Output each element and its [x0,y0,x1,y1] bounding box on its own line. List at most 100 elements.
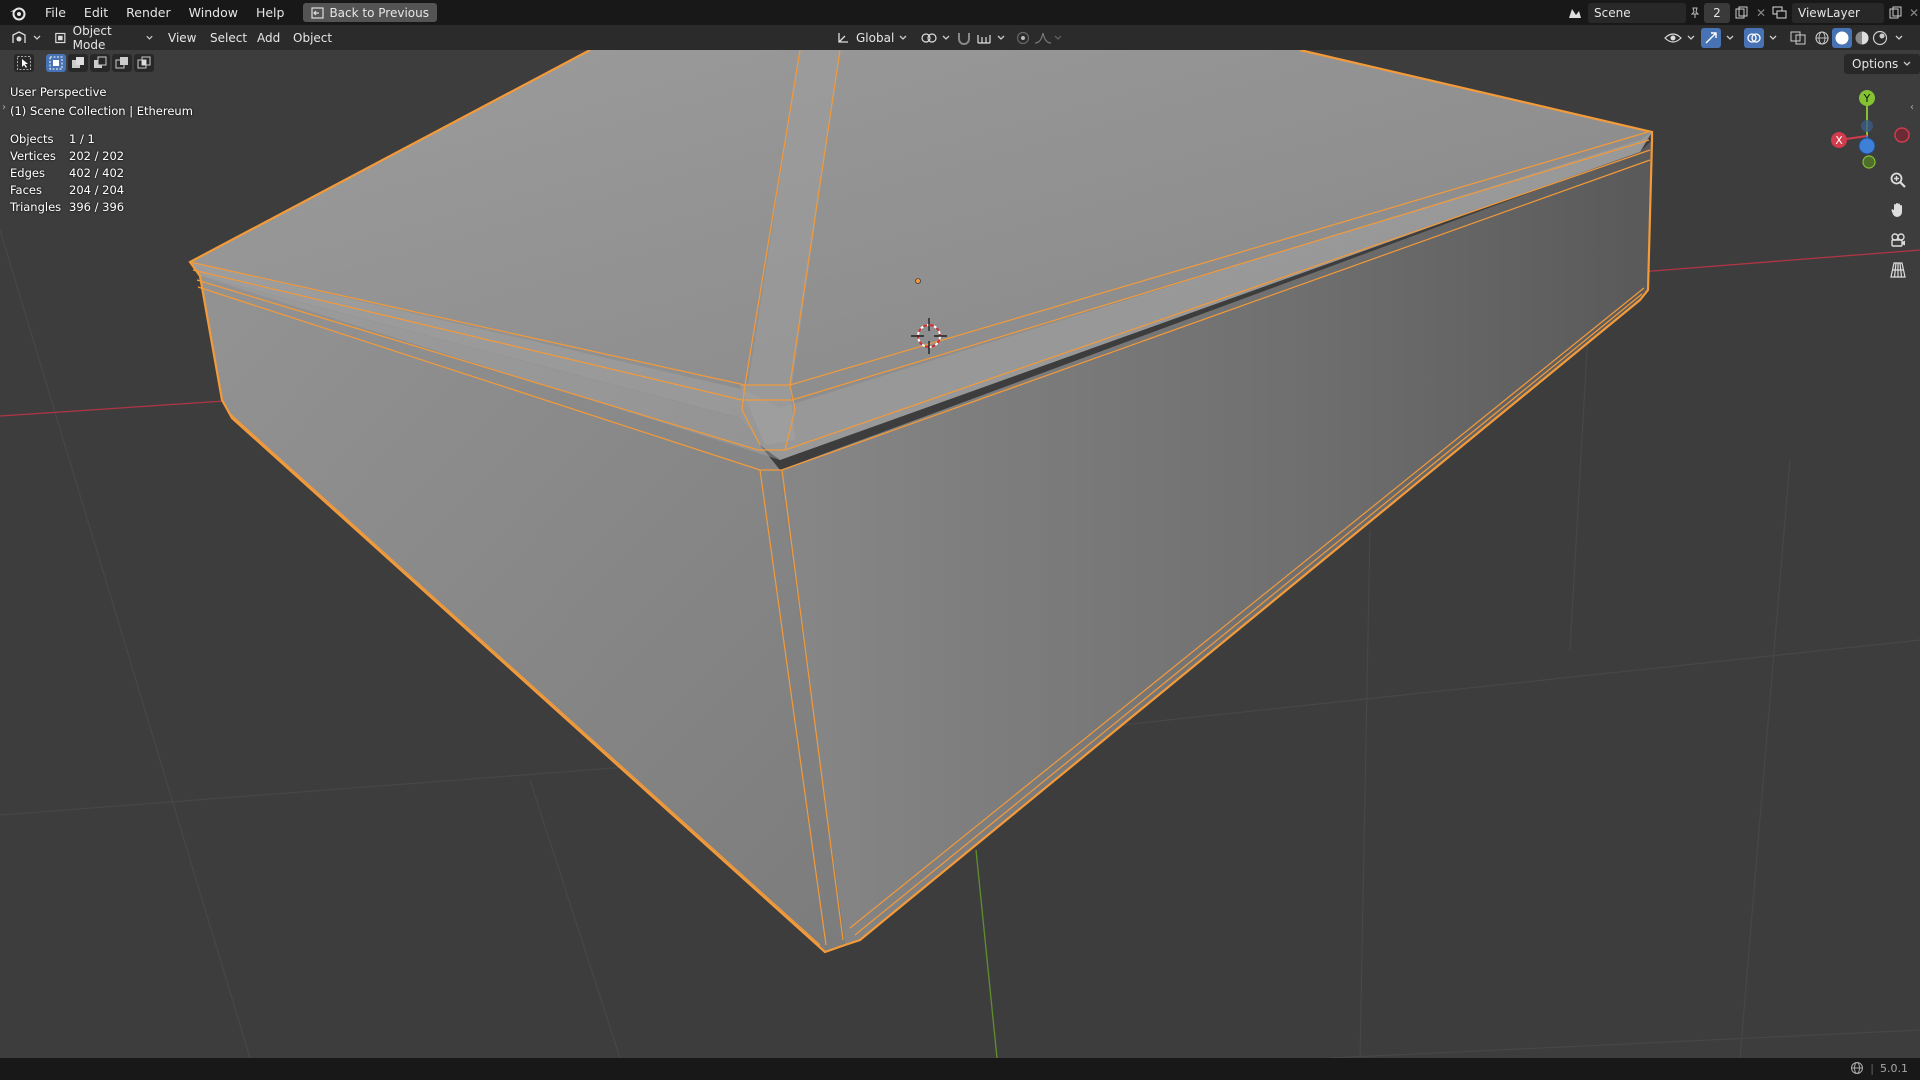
selected-mesh [188,50,1654,954]
3d-viewport[interactable]: User Perspective (1) Scene Collection | … [0,50,1920,1058]
eye-icon [1664,33,1682,43]
menu-window[interactable]: Window [180,0,247,25]
scene-users-label: 2 [1713,5,1721,20]
chevron-down-icon [1726,35,1734,40]
blender-logo-icon[interactable] [0,5,36,21]
menu-file[interactable]: File [36,0,75,25]
camera-icon [1891,233,1905,247]
scene-name-field[interactable]: Scene [1588,2,1686,23]
menu-object[interactable]: Object [293,28,332,48]
menu-help[interactable]: Help [247,0,294,25]
pin-icon[interactable] [1686,7,1704,19]
falloff-dropdown[interactable] [1034,28,1062,48]
editor-type-icon [12,31,26,43]
overlays-icon [1747,33,1761,43]
stat-value: 1 / 1 [69,131,95,146]
scene-name: Scene [1594,5,1631,20]
scene-users-count: 2 [1704,2,1730,23]
stat-label: Faces [10,182,42,197]
visibility-dropdown[interactable] [1664,28,1696,48]
select-difference-button[interactable] [112,54,132,72]
viewport-scene[interactable] [0,50,1920,1058]
menu-select[interactable]: Select [210,28,247,48]
select-subtract-icon [94,56,107,68]
options-dropdown[interactable]: Options [1844,54,1920,74]
chevron-down-icon [899,35,907,40]
viewlayer-name-field[interactable]: ViewLayer [1792,2,1884,23]
back-to-previous-button[interactable]: Back to Previous [303,3,437,22]
view-perspective-label: User Perspective [10,85,107,99]
chevron-down-icon [1769,35,1777,40]
camera-view-button[interactable] [1884,226,1912,254]
perspective-grid-icon [1890,262,1906,278]
gizmo-z-axis [1858,137,1876,155]
x-axis-line [1639,249,1920,273]
zoom-icon [1890,172,1906,188]
gizmo-y-label: Y [1863,92,1871,105]
snap-toggle[interactable] [956,28,972,48]
navigation-gizmo[interactable]: Y X [1825,84,1915,174]
stat-value: 202 / 202 [69,148,125,163]
menu-edit[interactable]: Edit [75,0,117,25]
select-cursor-icon [17,56,31,70]
menu-render[interactable]: Render [117,0,180,25]
pivot-point-dropdown[interactable] [921,28,951,48]
solid-shading-icon[interactable] [1834,30,1850,46]
toggle-perspective-button[interactable] [1884,256,1912,284]
zoom-button[interactable] [1884,166,1912,194]
delete-viewlayer-icon[interactable]: ✕ [1906,6,1920,20]
stat-row: Vertices 202 / 202 [10,147,124,164]
network-globe-icon[interactable] [1850,1061,1864,1075]
rendered-shading-icon[interactable] [1872,30,1888,46]
select-difference-icon [115,57,128,69]
overlays-toggle[interactable] [1744,28,1778,48]
chevron-down-icon [1895,35,1903,40]
top-menu-bar: File Edit Render Window Help Back to Pre… [0,0,1920,25]
status-bar: | 5.0.1 [0,1058,1920,1080]
stat-row: Triangles 396 / 396 [10,198,124,215]
hand-icon [1891,203,1902,217]
select-intersect-button[interactable] [134,54,154,72]
toolbar-toggle-icon[interactable]: › [2,102,6,113]
select-subtract-button[interactable] [90,54,110,72]
select-extend-icon [72,57,84,68]
gizmo-neg-y [1862,155,1876,169]
select-new-icon [49,56,63,70]
scene-icon [1562,6,1588,20]
gizmo-toggle[interactable] [1701,28,1735,48]
pan-button[interactable] [1884,196,1912,224]
gizmo-icon [1705,32,1717,44]
stat-row: Faces 204 / 204 [10,181,124,198]
falloff-curve-icon [1034,32,1062,44]
stat-value: 402 / 402 [69,165,125,180]
scene-statistics: Objects 1 / 1 Vertices 202 / 202 Edges 402 … [10,130,124,215]
menu-view[interactable]: View [168,28,196,48]
xray-toggle[interactable] [1790,28,1806,48]
chevron-down-icon [942,35,950,40]
active-tool-button[interactable] [14,54,34,72]
mode-dropdown[interactable]: Object Mode [48,24,160,52]
select-new-button[interactable] [46,54,66,72]
editor-type-dropdown[interactable] [10,28,42,48]
select-extend-button[interactable] [68,54,88,72]
scene-selector[interactable]: Scene 2 ✕ [1562,2,1770,23]
shading-modes[interactable] [1814,28,1904,48]
material-shading-icon[interactable] [1854,30,1870,46]
stat-value: 204 / 204 [69,182,125,197]
new-scene-icon[interactable] [1730,6,1752,19]
wireframe-shading-icon[interactable] [1814,30,1830,46]
chevron-down-icon [146,35,153,40]
options-label: Options [1852,57,1899,71]
proportional-editing-toggle[interactable] [1016,28,1030,48]
snap-target-dropdown[interactable] [976,28,1006,48]
viewlayer-selector[interactable]: ViewLayer ✕ [1766,2,1920,23]
transform-orientation-dropdown[interactable]: Global [836,28,908,48]
new-viewlayer-icon[interactable] [1884,6,1906,19]
select-intersect-icon [137,56,151,69]
gizmo-neg-z [1861,120,1873,132]
menu-add[interactable]: Add [257,28,280,48]
stat-label: Objects [10,131,54,146]
viewport-header: Object Mode View Select Add Object Globa… [0,24,1920,52]
stat-row: Edges 402 / 402 [10,164,124,181]
stat-row: Objects 1 / 1 [10,130,124,147]
